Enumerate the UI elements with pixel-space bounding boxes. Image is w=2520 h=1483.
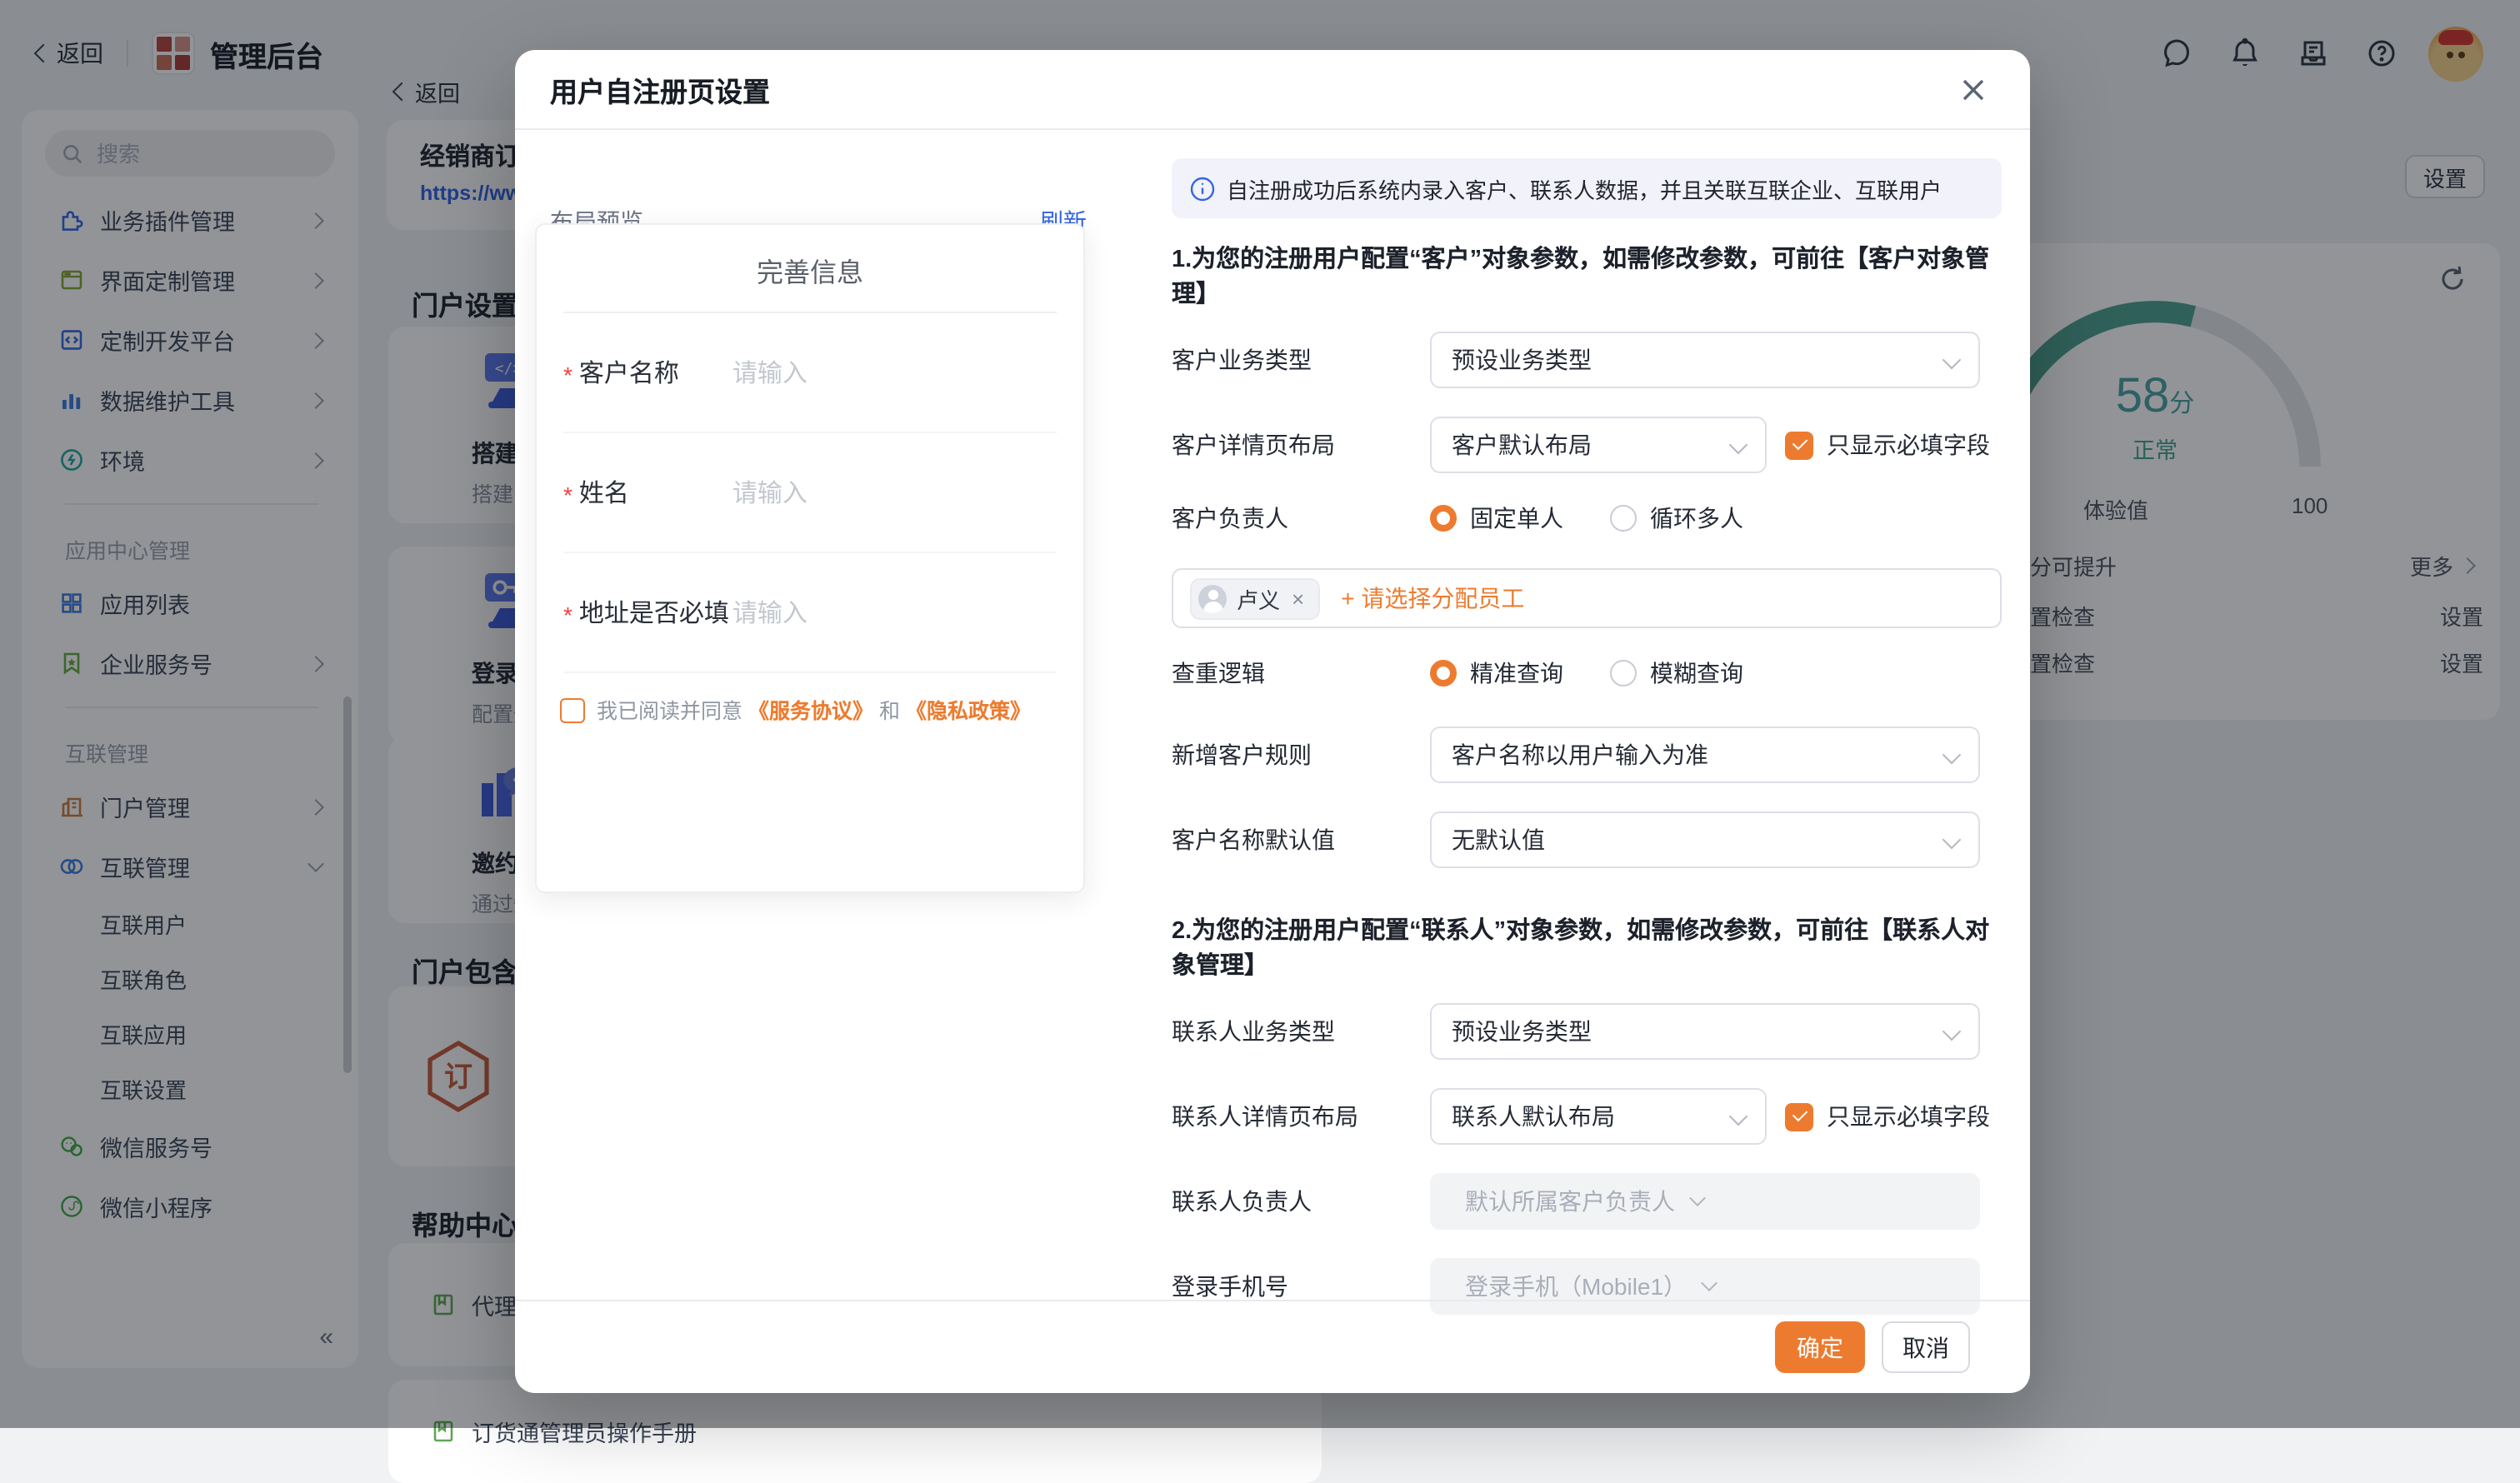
- agreement-checkbox[interactable]: [560, 698, 585, 723]
- terms-link[interactable]: 《服务协议》: [748, 700, 873, 723]
- field-label: 客户名称默认值: [1172, 823, 1430, 856]
- employee-tag-name: 卢义: [1237, 582, 1280, 614]
- field-customer-name-default: 客户名称默认值 无默认值: [1172, 811, 2002, 868]
- info-banner-text: 自注册成功后系统内录入客户、联系人数据，并且关联互联企业、互联用户: [1227, 172, 1942, 204]
- confirm-button[interactable]: 确定: [1775, 1321, 1865, 1373]
- preview-field-name: * 姓名 请输入: [563, 433, 1057, 553]
- radio-rotate-multi[interactable]: 循环多人: [1610, 502, 1743, 535]
- contact-type-select[interactable]: 预设业务类型: [1430, 1003, 1980, 1060]
- field-label: 客户负责人: [1172, 502, 1430, 535]
- select-value: 预设业务类型: [1452, 343, 1592, 377]
- field-dedupe-logic: 查重逻辑 精准查询 模糊查询: [1172, 657, 2002, 690]
- radio-selected-icon: [1430, 505, 1457, 532]
- section-1-heading: 1.为您的注册用户配置“客户”对象参数，如需修改参数，可前往【客户对象管理】: [1172, 240, 2002, 310]
- select-value: 预设业务类型: [1452, 1015, 1592, 1048]
- customer-type-select[interactable]: 预设业务类型: [1430, 332, 1980, 388]
- field-new-customer-rule: 新增客户规则 客户名称以用户输入为准: [1172, 727, 2002, 783]
- field-customer-owner: 客户负责人 固定单人 循环多人: [1172, 502, 2002, 535]
- info-icon: [1190, 176, 1215, 201]
- self-register-settings-modal: 用户自注册页设置 布局预览 刷新 完善信息 * 客户名称 请输入 * 姓名 请输…: [515, 50, 2030, 1393]
- close-icon[interactable]: [1960, 76, 1987, 102]
- new-customer-rule-select[interactable]: 客户名称以用户输入为准: [1430, 727, 1980, 783]
- chevron-down-icon: [1701, 1274, 1718, 1291]
- radio-unselected-icon: [1610, 660, 1637, 687]
- radio-label: 精准查询: [1470, 657, 1563, 690]
- field-customer-type: 客户业务类型 预设业务类型: [1172, 332, 2002, 388]
- field-label: 查重逻辑: [1172, 657, 1430, 690]
- tag-remove-icon[interactable]: ×: [1292, 587, 1304, 609]
- employee-tag: 卢义 ×: [1190, 577, 1319, 619]
- select-value: 登录手机（Mobile1）: [1465, 1270, 1687, 1303]
- modal-footer: 确定 取消: [515, 1300, 2030, 1393]
- section-2-heading: 2.为您的注册用户配置“联系人”对象参数，如需修改参数，可前往【联系人对象管理】: [1172, 911, 2002, 981]
- agreement-prefix: 我已阅读并同意: [597, 700, 742, 723]
- cancel-button[interactable]: 取消: [1882, 1321, 1970, 1373]
- layout-preview-card: 完善信息 * 客户名称 请输入 * 姓名 请输入 * 地址是否必填 请输入 我已…: [535, 223, 1085, 893]
- person-avatar-icon: [1198, 584, 1227, 612]
- preview-field-label: 地址是否必填: [579, 595, 732, 630]
- radio-label: 模糊查询: [1650, 657, 1743, 690]
- radio-selected-icon: [1430, 660, 1457, 687]
- preview-field-placeholder[interactable]: 请输入: [732, 475, 808, 510]
- required-asterisk: *: [563, 602, 572, 628]
- contact-owner-select-disabled: 默认所属客户负责人: [1430, 1173, 1980, 1230]
- select-value: 客户默认布局: [1452, 428, 1592, 462]
- radio-label: 固定单人: [1470, 502, 1563, 535]
- select-value: 无默认值: [1452, 823, 1545, 856]
- field-contact-layout: 联系人详情页布局 联系人默认布局 只显示必填字段: [1172, 1088, 2002, 1145]
- radio-fixed-single[interactable]: 固定单人: [1430, 502, 1563, 535]
- field-label: 联系人负责人: [1172, 1185, 1430, 1218]
- add-employee-link[interactable]: + 请选择分配员工: [1341, 582, 1524, 615]
- modal-header: 用户自注册页设置: [515, 50, 2030, 130]
- required-asterisk: *: [563, 362, 572, 388]
- radio-label: 循环多人: [1650, 502, 1743, 535]
- required-only-checkbox[interactable]: [1785, 431, 1813, 459]
- field-contact-type: 联系人业务类型 预设业务类型: [1172, 1003, 2002, 1060]
- info-banner: 自注册成功后系统内录入客户、联系人数据，并且关联互联企业、互联用户: [1172, 158, 2002, 218]
- contact-layout-select[interactable]: 联系人默认布局: [1430, 1088, 1767, 1145]
- settings-column: 自注册成功后系统内录入客户、联系人数据，并且关联互联企业、互联用户 1.为您的注…: [1172, 158, 2002, 1343]
- agreement-and: 和: [879, 700, 900, 723]
- privacy-link[interactable]: 《隐私政策》: [906, 700, 1031, 723]
- preview-field-label: 姓名: [579, 475, 732, 510]
- preview-field-placeholder[interactable]: 请输入: [732, 355, 808, 390]
- checkbox-label: 只显示必填字段: [1827, 1100, 1990, 1133]
- select-value: 联系人默认布局: [1452, 1100, 1615, 1133]
- radio-unselected-icon: [1610, 505, 1637, 532]
- admin-console: 返回 管理后台 业务插件管理 界面定制管理: [0, 0, 2520, 1428]
- required-asterisk: *: [563, 482, 572, 508]
- field-label: 客户详情页布局: [1172, 428, 1430, 462]
- field-label: 联系人详情页布局: [1172, 1100, 1430, 1133]
- required-only-checkbox[interactable]: [1785, 1102, 1813, 1131]
- field-label: 客户业务类型: [1172, 343, 1430, 377]
- radio-exact-query[interactable]: 精准查询: [1430, 657, 1563, 690]
- modal-title: 用户自注册页设置: [550, 69, 770, 109]
- field-label: 联系人业务类型: [1172, 1015, 1430, 1048]
- preview-field-customer-name: * 客户名称 请输入: [563, 313, 1057, 433]
- preview-field-address-required: * 地址是否必填 请输入: [563, 553, 1057, 673]
- select-value: 默认所属客户负责人: [1465, 1185, 1675, 1218]
- field-label: 新增客户规则: [1172, 738, 1430, 771]
- field-customer-layout: 客户详情页布局 客户默认布局 只显示必填字段: [1172, 417, 2002, 473]
- select-value: 客户名称以用户输入为准: [1452, 738, 1708, 771]
- customer-layout-select[interactable]: 客户默认布局: [1430, 417, 1767, 473]
- chevron-down-icon: [1689, 1189, 1706, 1206]
- preview-card-title: 完善信息: [537, 250, 1083, 290]
- field-contact-owner: 联系人负责人 默认所属客户负责人: [1172, 1173, 2002, 1230]
- agreement-row: 我已阅读并同意 《服务协议》 和 《隐私政策》: [560, 697, 1060, 727]
- radio-fuzzy-query[interactable]: 模糊查询: [1610, 657, 1743, 690]
- preview-field-label: 客户名称: [579, 355, 732, 390]
- checkbox-label: 只显示必填字段: [1827, 428, 1990, 462]
- field-label: 登录手机号: [1172, 1270, 1430, 1303]
- assign-employee-input[interactable]: 卢义 × + 请选择分配员工: [1172, 568, 2002, 628]
- preview-field-placeholder[interactable]: 请输入: [732, 595, 808, 630]
- customer-name-default-select[interactable]: 无默认值: [1430, 811, 1980, 868]
